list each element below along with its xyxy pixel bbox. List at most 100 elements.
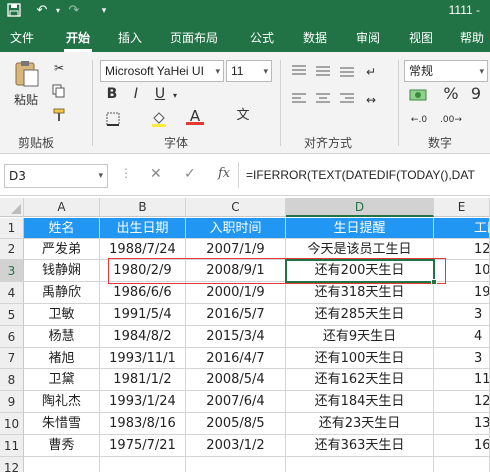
paste-button[interactable]: 粘贴 bbox=[8, 58, 44, 118]
undo-dropdown-icon[interactable]: ▾ bbox=[50, 3, 66, 19]
table-cell[interactable]: 16 bbox=[434, 435, 490, 457]
tab-page-layout[interactable]: 页面布局 bbox=[170, 29, 218, 46]
table-cell[interactable]: 19 bbox=[434, 282, 490, 304]
format-painter-icon[interactable] bbox=[50, 108, 68, 126]
row-header[interactable]: 3 bbox=[0, 260, 24, 282]
tab-file[interactable]: 文件 bbox=[10, 29, 34, 46]
tab-review[interactable]: 审阅 bbox=[356, 29, 380, 46]
row-header[interactable]: 7 bbox=[0, 348, 24, 369]
table-header-cell[interactable]: 姓名 bbox=[24, 218, 100, 239]
table-cell[interactable]: 1993/1/24 bbox=[100, 391, 186, 413]
align-right-icon[interactable] bbox=[338, 92, 356, 110]
table-cell[interactable]: 2016/5/7 bbox=[186, 304, 286, 326]
table-cell[interactable]: 禹静欣 bbox=[24, 282, 100, 304]
row-header[interactable]: 6 bbox=[0, 326, 24, 348]
table-cell[interactable]: 2008/9/1 bbox=[186, 260, 286, 282]
table-cell[interactable]: 陶礼杰 bbox=[24, 391, 100, 413]
font-size-select[interactable]: 11 ▾ bbox=[226, 60, 272, 82]
tab-insert[interactable]: 插入 bbox=[118, 29, 142, 46]
table-cell[interactable]: 12 bbox=[434, 239, 490, 260]
table-header-cell[interactable]: 工龄 bbox=[434, 218, 490, 239]
table-cell[interactable]: 还有285天生日 bbox=[286, 304, 434, 326]
tab-data[interactable]: 数据 bbox=[303, 29, 327, 46]
row-header[interactable]: 9 bbox=[0, 391, 24, 413]
table-cell[interactable]: 严发弟 bbox=[24, 239, 100, 260]
table-cell[interactable]: 朱惜雪 bbox=[24, 413, 100, 435]
table-cell[interactable]: 2005/8/5 bbox=[186, 413, 286, 435]
table-cell[interactable]: 1980/2/9 bbox=[100, 260, 186, 282]
column-header-d[interactable]: D bbox=[286, 198, 434, 217]
redo-icon[interactable]: ↷ bbox=[66, 3, 82, 19]
table-cell[interactable]: 1993/11/1 bbox=[100, 348, 186, 369]
customize-toolbar-icon[interactable]: ▾ bbox=[96, 3, 112, 19]
fill-handle[interactable] bbox=[431, 279, 437, 285]
fill-color-icon[interactable] bbox=[150, 110, 168, 132]
table-cell[interactable]: 12 bbox=[434, 391, 490, 413]
table-cell[interactable]: 1981/1/2 bbox=[100, 369, 186, 391]
table-cell[interactable]: 还有184天生日 bbox=[286, 391, 434, 413]
column-header-e[interactable]: E bbox=[434, 198, 490, 217]
currency-icon[interactable] bbox=[408, 88, 428, 106]
table-cell[interactable]: 1975/7/21 bbox=[100, 435, 186, 457]
table-header-cell[interactable]: 出生日期 bbox=[100, 218, 186, 239]
table-cell[interactable]: 2000/1/9 bbox=[186, 282, 286, 304]
table-cell[interactable]: 2007/6/4 bbox=[186, 391, 286, 413]
font-name-select[interactable]: Microsoft YaHei UI ▾ bbox=[100, 60, 224, 82]
tab-view[interactable]: 视图 bbox=[409, 29, 433, 46]
table-cell[interactable]: 3 bbox=[434, 304, 490, 326]
underline-button[interactable]: U bbox=[152, 86, 168, 102]
align-left-icon[interactable] bbox=[290, 92, 308, 110]
row-header[interactable]: 1 bbox=[0, 218, 24, 239]
table-cell[interactable]: 还有162天生日 bbox=[286, 369, 434, 391]
table-cell[interactable]: 4 bbox=[434, 326, 490, 348]
row-header[interactable]: 12 bbox=[0, 457, 24, 472]
table-cell[interactable]: 1991/5/4 bbox=[100, 304, 186, 326]
tab-home[interactable]: 开始 bbox=[63, 29, 93, 52]
table-cell[interactable]: 10 bbox=[434, 260, 490, 282]
tab-formulas[interactable]: 公式 bbox=[250, 29, 274, 46]
empty-cell[interactable] bbox=[100, 457, 186, 472]
row-header[interactable]: 8 bbox=[0, 369, 24, 391]
decrease-decimal-icon[interactable]: .00→ bbox=[440, 112, 462, 128]
wrap-text-icon[interactable]: ↵ bbox=[362, 64, 380, 80]
table-cell[interactable]: 3 bbox=[434, 348, 490, 369]
enter-icon[interactable]: ✓ bbox=[184, 166, 196, 182]
comma-style-button[interactable]: 9 bbox=[468, 86, 484, 102]
merge-cells-icon[interactable]: ↔ bbox=[362, 92, 380, 108]
phonetic-icon[interactable]: 文 bbox=[234, 108, 252, 124]
table-cell[interactable]: 钱静娴 bbox=[24, 260, 100, 282]
table-cell[interactable]: 1986/6/6 bbox=[100, 282, 186, 304]
tab-help[interactable]: 帮助 bbox=[460, 29, 484, 46]
save-icon[interactable] bbox=[6, 3, 22, 19]
table-header-cell[interactable]: 生日提醒 bbox=[286, 218, 434, 239]
column-header-a[interactable]: A bbox=[24, 198, 100, 217]
column-header-b[interactable]: B bbox=[100, 198, 186, 217]
table-cell[interactable]: 还有318天生日 bbox=[286, 282, 434, 304]
empty-cell[interactable] bbox=[24, 457, 100, 472]
table-cell[interactable]: 还有363天生日 bbox=[286, 435, 434, 457]
underline-dropdown-icon[interactable]: ▾ bbox=[170, 88, 180, 104]
undo-icon[interactable]: ↶ bbox=[34, 3, 50, 19]
table-cell[interactable]: 卫敏 bbox=[24, 304, 100, 326]
table-cell[interactable]: 2016/4/7 bbox=[186, 348, 286, 369]
table-cell[interactable]: 1983/8/16 bbox=[100, 413, 186, 435]
cut-icon[interactable]: ✂ bbox=[50, 60, 68, 76]
row-header[interactable]: 5 bbox=[0, 304, 24, 326]
empty-cell[interactable] bbox=[286, 457, 434, 472]
table-cell[interactable]: 还有9天生日 bbox=[286, 326, 434, 348]
table-cell[interactable]: 1988/7/24 bbox=[100, 239, 186, 260]
table-cell[interactable]: 还有200天生日 bbox=[286, 260, 434, 282]
border-icon[interactable] bbox=[104, 112, 122, 130]
table-cell[interactable]: 2015/3/4 bbox=[186, 326, 286, 348]
table-cell[interactable]: 曹秀 bbox=[24, 435, 100, 457]
insert-function-icon[interactable]: fx bbox=[218, 166, 230, 181]
number-format-select[interactable]: 常规 ▾ bbox=[404, 60, 488, 82]
italic-button[interactable]: I bbox=[128, 86, 144, 102]
table-cell[interactable]: 卫黛 bbox=[24, 369, 100, 391]
table-cell[interactable]: 13 bbox=[434, 413, 490, 435]
empty-cell[interactable] bbox=[186, 457, 286, 472]
formula-input[interactable]: =IFERROR(TEXT(DATEDIF(TODAY(),DAT bbox=[246, 168, 475, 182]
empty-cell[interactable] bbox=[434, 457, 490, 472]
row-header[interactable]: 4 bbox=[0, 282, 24, 304]
table-cell[interactable]: 还有23天生日 bbox=[286, 413, 434, 435]
